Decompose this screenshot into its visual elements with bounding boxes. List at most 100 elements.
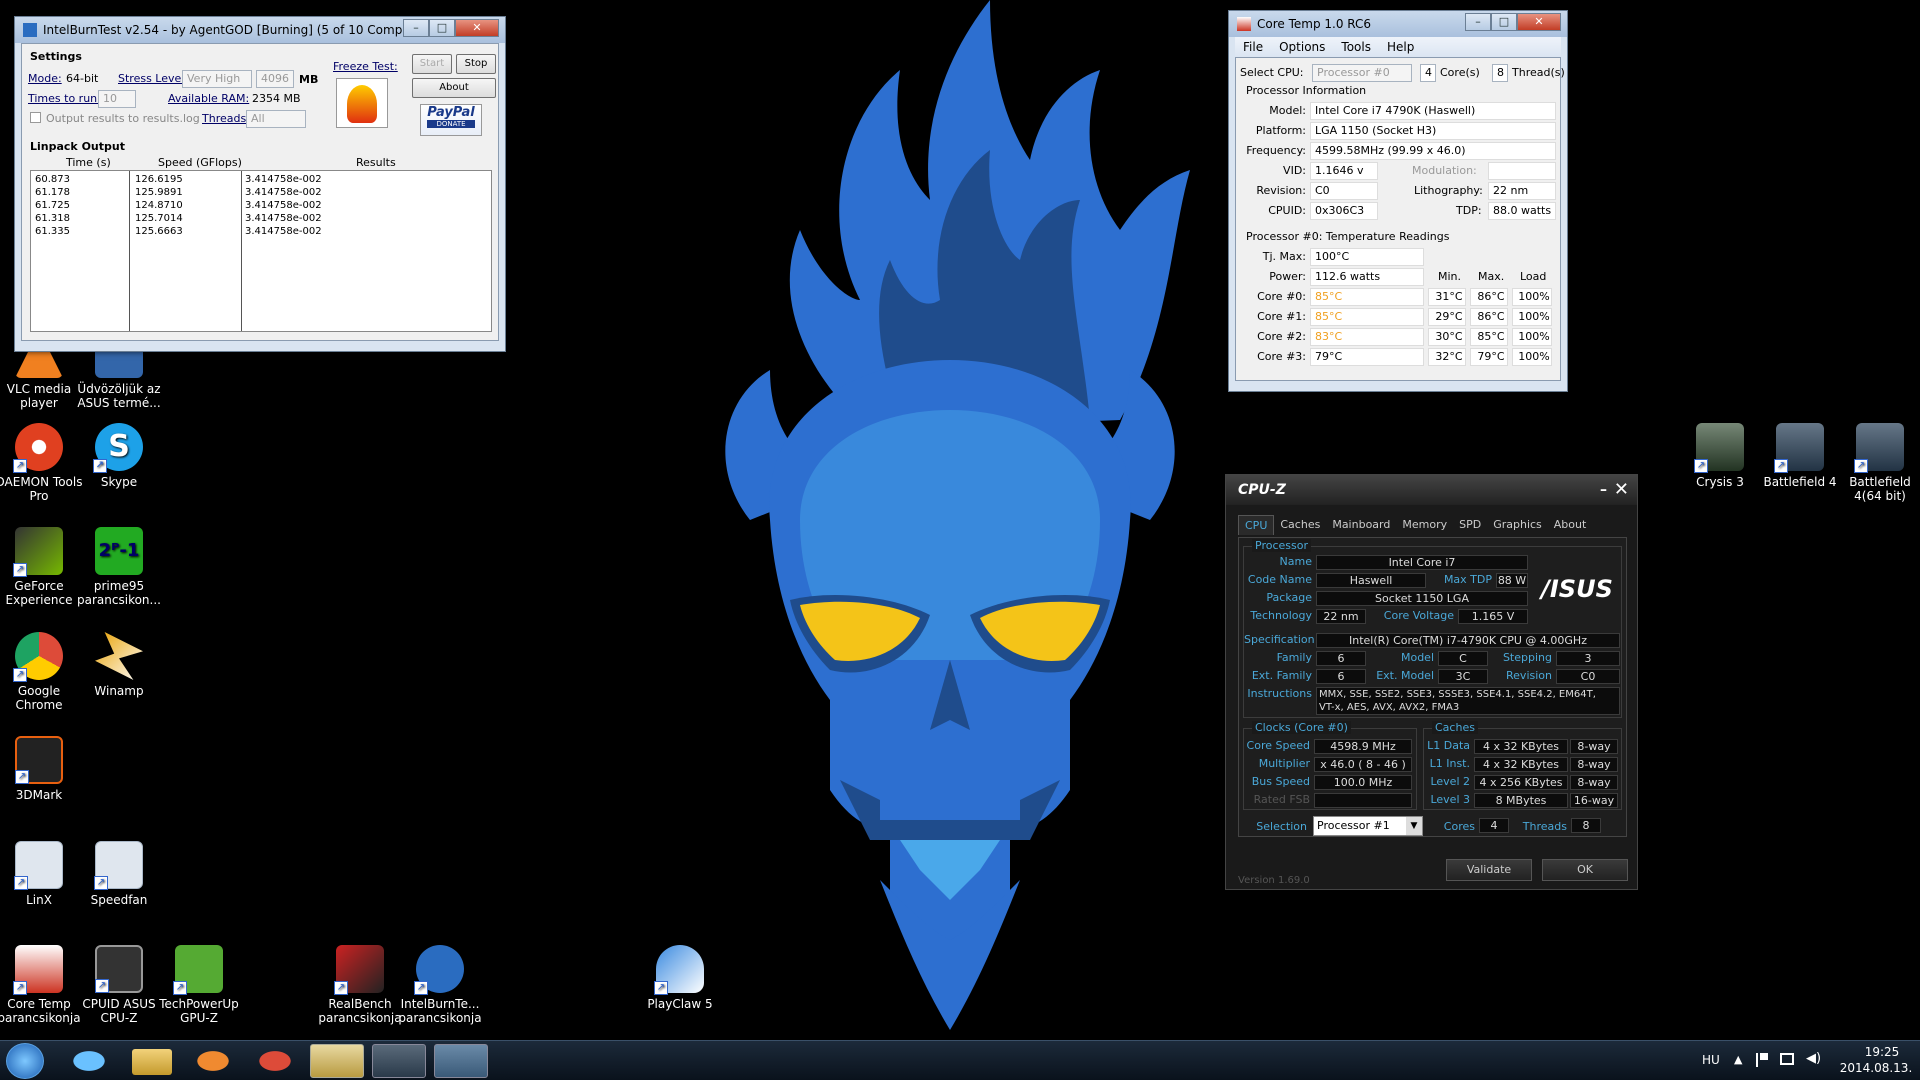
ibt-freeze-icon[interactable] (336, 78, 388, 128)
desktop-icon-intelburntest[interactable]: ↗ IntelBurnTe... parancsikonja (395, 945, 485, 1025)
desktop-icon-battlefield4[interactable]: ↗ Battlefield 4 (1755, 423, 1845, 489)
tab-graphics[interactable]: Graphics (1487, 515, 1548, 535)
coretemp-title: Core Temp 1.0 RC6 (1257, 17, 1372, 31)
close-button[interactable]: ✕ (1614, 475, 1629, 505)
threads-count: 8 (1492, 64, 1508, 82)
vid-value: 1.1646 v (1310, 162, 1378, 180)
tab-memory[interactable]: Memory (1396, 515, 1453, 535)
volume-icon[interactable]: ◀) (1806, 1051, 1821, 1066)
desktop-icon-prime95[interactable]: 2ᴾ-1 prime95 parancsikon... (74, 527, 164, 607)
ibt-threads-label: Threads: (202, 112, 250, 125)
tab-cpu[interactable]: CPU (1238, 515, 1275, 535)
desktop-icon-realbench[interactable]: ↗ RealBench parancsikonja (315, 945, 405, 1025)
processor-selection-dropdown[interactable]: Processor #1 ▼ (1313, 816, 1423, 836)
validate-button[interactable]: Validate (1446, 859, 1532, 881)
taskbar-ie-icon[interactable] (62, 1044, 116, 1078)
ibt-mem-unit: MB (299, 73, 319, 86)
multiplier-value: x 46.0 ( 8 - 46 ) (1314, 757, 1412, 772)
desktop-icon-3dmark[interactable]: ↗ 3DMark (0, 736, 84, 802)
show-hidden-icons[interactable]: ▲ (1734, 1053, 1742, 1066)
tjmax-value: 100°C (1310, 248, 1424, 266)
coretemp-app-icon (1237, 17, 1251, 31)
ibt-settings-heading: Settings (30, 50, 82, 63)
bus-speed-value: 100.0 MHz (1314, 775, 1412, 790)
ibt-times-input[interactable]: 10 (98, 90, 136, 108)
ibt-col-speed: Speed (GFlops) (158, 156, 242, 169)
ibt-titlebar[interactable]: IntelBurnTest v2.54 - by AgentGOD [Burni… (15, 17, 505, 43)
3dmark-icon: ↗ (15, 736, 63, 784)
desktop-icon-crysis3[interactable]: ↗ Crysis 3 (1675, 423, 1765, 489)
tab-mainboard[interactable]: Mainboard (1326, 515, 1396, 535)
tab-about[interactable]: About (1548, 515, 1593, 535)
desktop-icon-linx[interactable]: ↗ LinX (0, 841, 84, 907)
maximize-button[interactable]: □ (1491, 13, 1517, 31)
menu-help[interactable]: Help (1387, 40, 1414, 54)
battlefield4-64-icon: ↗ (1854, 423, 1904, 473)
tab-spd[interactable]: SPD (1453, 515, 1487, 535)
start-button[interactable] (6, 1043, 44, 1079)
menu-file[interactable]: File (1243, 40, 1263, 54)
flag-icon[interactable] (1756, 1053, 1768, 1067)
minimize-button[interactable]: – (1465, 13, 1491, 31)
minimize-button[interactable]: – (403, 19, 429, 37)
ibt-start-button[interactable]: Start (412, 54, 452, 74)
ibt-threads-select[interactable]: All (246, 110, 306, 128)
desktop-icon-battlefield4-64[interactable]: ↗ Battlefield 4(64 bit) (1835, 423, 1920, 503)
gpuz-icon: ↗ (173, 945, 223, 995)
coretemp-icon: ↗ (13, 945, 63, 995)
clock-time[interactable]: 19:25 (1848, 1045, 1916, 1059)
desktop-icon-skype[interactable]: S ↗ Skype (74, 423, 164, 489)
prime95-icon: 2ᴾ-1 (95, 527, 143, 575)
intelburntest-window[interactable]: IntelBurnTest v2.54 - by AgentGOD [Burni… (14, 16, 506, 352)
chevron-down-icon: ▼ (1406, 817, 1422, 835)
modulation-value (1488, 162, 1556, 180)
taskbar-chrome-icon[interactable] (248, 1044, 302, 1078)
ibt-mem-input[interactable]: 4096 (256, 70, 294, 88)
select-cpu-dropdown[interactable]: Processor #0 (1312, 64, 1412, 82)
clock-date[interactable]: 2014.08.13. (1836, 1061, 1916, 1075)
ibt-stop-button[interactable]: Stop (456, 54, 496, 74)
desktop: VLC media player Üdvözöljük az ASUS term… (0, 0, 1920, 1040)
taskbar: HU ▲ ◀) 19:25 2014.08.13. (0, 1040, 1920, 1080)
network-icon[interactable] (1780, 1053, 1794, 1065)
menu-tools[interactable]: Tools (1341, 40, 1371, 54)
taskbar-cpuz-icon[interactable] (372, 1044, 426, 1078)
menu-options[interactable]: Options (1279, 40, 1325, 54)
desktop-icon-daemon-tools[interactable]: ↗ DAEMON Tools Pro (0, 423, 84, 503)
desktop-icon-geforce[interactable]: ↗ GeForce Experience (0, 527, 84, 607)
desktop-icon-chrome[interactable]: ↗ Google Chrome (0, 632, 84, 712)
language-indicator[interactable]: HU (1702, 1053, 1720, 1067)
coretemp-titlebar[interactable]: Core Temp 1.0 RC6 – □ ✕ (1229, 11, 1567, 37)
ibt-output-checkbox[interactable] (30, 112, 41, 123)
minimize-button[interactable]: – (1600, 475, 1607, 505)
cpuz-titlebar[interactable]: CPU-Z – ✕ (1226, 475, 1637, 505)
desktop-icon-winamp[interactable]: Winamp (74, 632, 164, 698)
desktop-icon-speedfan[interactable]: ↗ Speedfan (74, 841, 164, 907)
ok-button[interactable]: OK (1542, 859, 1628, 881)
desktop-icon-playclaw[interactable]: ↗ PlayClaw 5 (635, 945, 725, 1011)
coretemp-window[interactable]: Core Temp 1.0 RC6 – □ ✕ File Options Too… (1228, 10, 1568, 392)
taskbar-intelburntest-icon[interactable] (310, 1044, 364, 1078)
desktop-icon-coretemp[interactable]: ↗ Core Temp parancsikonja (0, 945, 84, 1025)
ibt-stress-select[interactable]: Very High (182, 70, 252, 88)
ibt-mode-value[interactable]: 64-bit (66, 72, 98, 85)
crysis3-icon: ↗ (1694, 423, 1744, 473)
close-button[interactable]: ✕ (455, 19, 499, 37)
core-speed-value: 4598.9 MHz (1314, 739, 1412, 754)
ibt-output-table[interactable]: 60.873 126.6195 3.414758e-002 61.178 125.98… (30, 170, 492, 332)
desktop-icon-gpuz[interactable]: ↗ TechPowerUp GPU-Z (154, 945, 244, 1025)
caches-group: Caches L1 Data 4 x 32 KBytes 8-way L1 In… (1423, 721, 1622, 810)
cpuz-window[interactable]: CPU-Z – ✕ CPU Caches Mainboard Memory SP… (1225, 474, 1638, 890)
ibt-app-icon (23, 23, 37, 37)
taskbar-explorer-icon[interactable] (132, 1049, 172, 1075)
playclaw-icon: ↗ (654, 945, 704, 995)
taskbar-mediaplayer-icon[interactable] (186, 1044, 240, 1078)
paypal-donate-button[interactable]: PayPal DONATE (420, 104, 482, 136)
ibt-about-button[interactable]: About (412, 78, 496, 98)
maximize-button[interactable]: □ (429, 19, 455, 37)
geforce-icon: ↗ (13, 527, 63, 577)
tab-caches[interactable]: Caches (1274, 515, 1326, 535)
desktop-icon-cpuz[interactable]: ↗ CPUID ASUS CPU-Z (74, 945, 164, 1025)
taskbar-coretemp-icon[interactable] (434, 1044, 488, 1078)
close-button[interactable]: ✕ (1517, 13, 1561, 31)
